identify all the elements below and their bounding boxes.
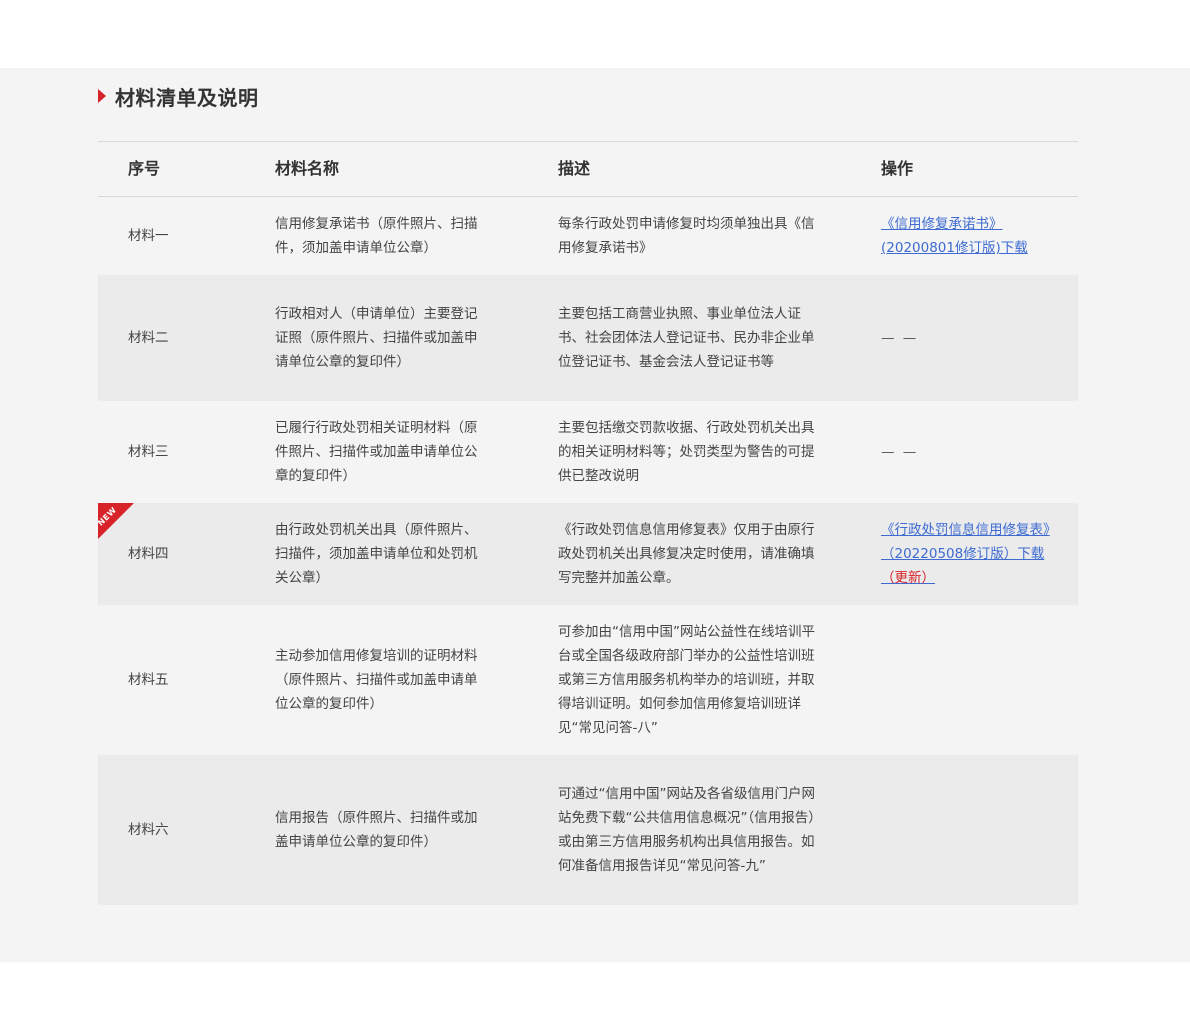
row-no: 材料四 xyxy=(128,546,169,562)
download-commitment-link[interactable]: 《信用修复承诺书》(20200801修订版)下载 xyxy=(881,212,1056,260)
row-no: 材料二 xyxy=(128,330,169,346)
table-row: NEW 材料四 由行政处罚机关出具（原件照片、扫描件，须加盖申请单位和处罚机关公… xyxy=(98,503,1078,605)
row-desc: 主要包括工商营业执照、事业单位法人证书、社会团体法人登记证书、民办非企业单位登记… xyxy=(558,306,815,370)
row-desc: 每条行政处罚申请修复时均须单独出具《信用修复承诺书》 xyxy=(558,216,815,256)
row-name: 信用修复承诺书（原件照片、扫描件，须加盖申请单位公章） xyxy=(275,216,478,256)
table-row: 材料三 已履行行政处罚相关证明材料（原件照片、扫描件或加盖申请单位公章的复印件）… xyxy=(98,401,1078,503)
row-name: 已履行行政处罚相关证明材料（原件照片、扫描件或加盖申请单位公章的复印件） xyxy=(275,420,478,484)
table-row: 材料二 行政相对人（申请单位）主要登记证照（原件照片、扫描件或加盖申请单位公章的… xyxy=(98,275,1078,401)
row-no: 材料六 xyxy=(128,822,169,838)
table-row: 材料六 信用报告（原件照片、扫描件或加盖申请单位公章的复印件） 可通过“信用中国… xyxy=(98,755,1078,905)
row-name: 由行政处罚机关出具（原件照片、扫描件，须加盖申请单位和处罚机关公章） xyxy=(275,522,478,586)
row-name: 信用报告（原件照片、扫描件或加盖申请单位公章的复印件） xyxy=(275,810,478,850)
row-action-none: — — xyxy=(881,444,919,460)
row-action-none: — — xyxy=(881,330,919,346)
table-row: 材料一 信用修复承诺书（原件照片、扫描件，须加盖申请单位公章） 每条行政处罚申请… xyxy=(98,197,1078,275)
row-desc: 可参加由“信用中国”网站公益性在线培训平台或全国各级政府部门举办的公益性培训班或… xyxy=(558,624,815,736)
table-row: 材料五 主动参加信用修复培训的证明材料（原件照片、扫描件或加盖申请单位公章的复印… xyxy=(98,605,1078,755)
triangle-marker-icon xyxy=(98,89,106,103)
header-action: 操作 xyxy=(881,159,914,178)
row-desc: 可通过“信用中国”网站及各省级信用门户网站免费下载“公共信用信息概况”（信用报告… xyxy=(558,786,815,874)
section-title: 材料清单及说明 xyxy=(98,82,259,110)
table-header: 序号 材料名称 描述 操作 xyxy=(98,141,1078,197)
row-desc: 主要包括缴交罚款收据、行政处罚机关出具的相关证明材料等；处罚类型为警告的可提供已… xyxy=(558,420,815,484)
materials-table: 序号 材料名称 描述 操作 材料一 信用修复承诺书（原件照片、扫描件，须加盖申请… xyxy=(98,141,1078,905)
download-repair-form-text: 《行政处罚信息信用修复表》（20220508修订版）下载 xyxy=(881,522,1050,562)
row-name: 主动参加信用修复培训的证明材料（原件照片、扫描件或加盖申请单位公章的复印件） xyxy=(275,648,478,712)
row-name: 行政相对人（申请单位）主要登记证照（原件照片、扫描件或加盖申请单位公章的复印件） xyxy=(275,306,478,370)
row-desc: 《行政处罚信息信用修复表》仅用于由原行政处罚机关出具修复决定时使用，请准确填写完… xyxy=(558,522,815,586)
header-name: 材料名称 xyxy=(275,159,340,178)
header-desc: 描述 xyxy=(558,159,591,178)
row-no: 材料一 xyxy=(128,228,169,244)
updated-tag: （更新） xyxy=(881,570,935,586)
row-no: 材料三 xyxy=(128,444,169,460)
row-no: 材料五 xyxy=(128,672,169,688)
section-title-text: 材料清单及说明 xyxy=(115,85,259,110)
header-no: 序号 xyxy=(128,159,161,178)
download-repair-form-link[interactable]: 《行政处罚信息信用修复表》（20220508修订版）下载 （更新） xyxy=(881,518,1056,590)
